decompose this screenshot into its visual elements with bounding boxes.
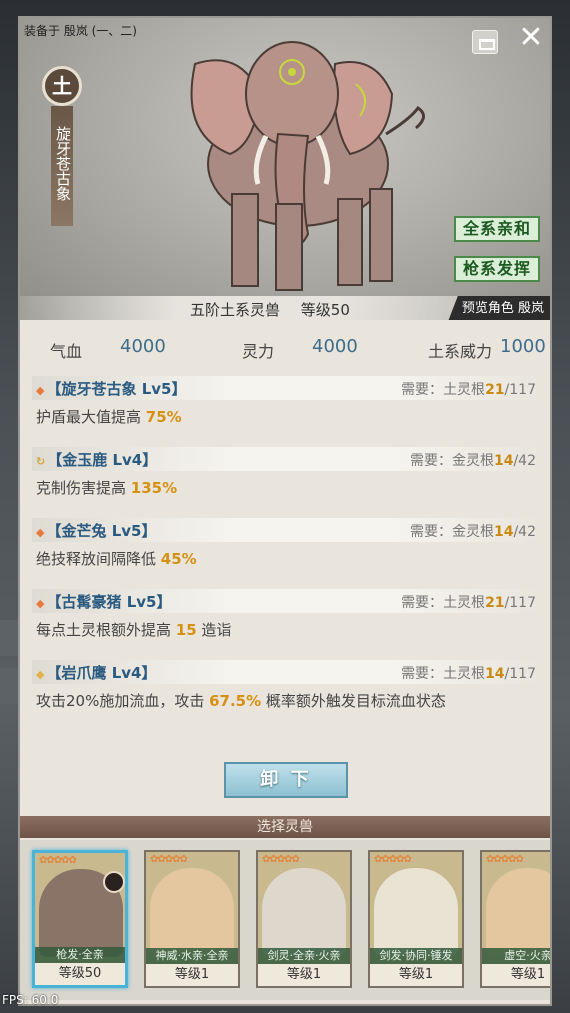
beast-name-tag: 土 旋牙苍古象 [42, 66, 82, 236]
skill-description: 绝技释放间隔降低 45% [36, 550, 197, 568]
skill-title-text: 【古髯豪猪 Lv5】 [46, 593, 172, 611]
beast-card-level: 等级1 [370, 964, 462, 986]
affinity-badge-button[interactable]: 全系亲和 [454, 216, 540, 242]
beast-card-type: 神威·水亲·全亲 [146, 948, 238, 964]
stat-label-hp: 气血 [50, 342, 83, 361]
beast-card[interactable]: ✿✿✿✿✿ 虚空·火亲 等级1 [480, 850, 550, 988]
skill-requirement: 需要：金灵根14/42 [409, 453, 536, 469]
skill-entry: ◆ 【旋牙苍古象 Lv5】 需要：土灵根21/117 护盾最大值提高 75% [32, 376, 540, 427]
skill-entry: ↻ 【金玉鹿 Lv4】 需要：金灵根14/42 克制伤害提高 135% [32, 447, 540, 498]
skill-title-text: 【岩爪鹰 Lv4】 [46, 664, 157, 682]
beast-card-level: 等级50 [35, 963, 125, 985]
skill-entry: ◆ 【古髯豪猪 Lv5】 需要：土灵根21/117 每点土灵根额外提高 15 造诣 [32, 589, 540, 640]
stat-value-earth-power: 1000 [500, 336, 546, 357]
skill-title: ◆ 【旋牙苍古象 Lv5】 [36, 378, 186, 399]
beast-portrait [374, 868, 458, 956]
skill-description: 克制伤害提高 135% [36, 479, 178, 497]
level-text: 等级50 [300, 301, 350, 319]
beast-portrait [150, 868, 234, 956]
character-avatar [103, 871, 125, 893]
preview-label: 预览角色 [461, 301, 514, 316]
unload-button[interactable]: 卸 下 [224, 762, 348, 798]
beast-card-type: 枪发·全亲 [35, 947, 125, 963]
gun-badge-button[interactable]: 枪系发挥 [454, 256, 540, 282]
skill-requirement: 需要：土灵根21/117 [401, 382, 536, 398]
beast-hero: 装备于 殷岚 (一、二) 土 旋牙苍古象 ✕ 全系亲和 枪系发挥 五阶土系灵兽 … [20, 18, 550, 320]
beast-card-list[interactable]: ✿✿✿✿✿ 枪发·全亲 等级50 ✿✿✿✿✿ 神威·水亲·全亲 等级1 ✿✿✿✿… [20, 840, 550, 1000]
skill-marker-icon: ◆ [36, 526, 45, 539]
select-beast-title: 选择灵兽 [20, 816, 550, 838]
preview-character[interactable]: 预览角色 殷岚 [447, 296, 550, 320]
skill-title: ◆ 【岩爪鹰 Lv4】 [36, 662, 156, 683]
beast-rank: 五阶土系灵兽 等级50 [190, 299, 350, 320]
beast-card[interactable]: ✿✿✿✿✿ 神威·水亲·全亲 等级1 [144, 850, 240, 988]
rank-text: 五阶土系灵兽 [190, 301, 281, 319]
beast-card-type: 剑发·协同·锤发 [370, 948, 462, 964]
skill-header: ◆ 【岩爪鹰 Lv4】 需要：土灵根14/117 [32, 660, 540, 684]
beast-card-level: 等级1 [258, 964, 350, 986]
stat-value-hp: 4000 [120, 336, 166, 357]
beast-detail-panel: 装备于 殷岚 (一、二) 土 旋牙苍古象 ✕ 全系亲和 枪系发挥 五阶土系灵兽 … [18, 16, 552, 1006]
stat-value-spirit: 4000 [312, 336, 358, 357]
skill-title: ◆ 【金芒兔 Lv5】 [36, 520, 156, 541]
element-badge: 土 [42, 66, 82, 106]
beast-portrait [486, 868, 550, 956]
beast-name-vertical: 旋牙苍古象 [51, 106, 73, 226]
skill-requirement: 需要：土灵根21/117 [401, 595, 536, 611]
skill-title-text: 【旋牙苍古象 Lv5】 [46, 380, 187, 398]
skill-header: ◆ 【金芒兔 Lv5】 需要：金灵根14/42 [32, 518, 540, 542]
skill-marker-icon: ◆ [36, 668, 45, 681]
star-rating: ✿✿✿✿✿ [150, 854, 188, 865]
star-rating: ✿✿✿✿✿ [39, 855, 77, 866]
skill-description: 每点土灵根额外提高 15 造诣 [36, 621, 232, 639]
beast-card-type: 虚空·火亲 [482, 948, 550, 964]
close-button[interactable]: ✕ [516, 23, 546, 54]
skill-header: ◆ 【旋牙苍古象 Lv5】 需要：土灵根21/117 [32, 376, 540, 400]
skill-marker-icon: ◆ [36, 384, 45, 397]
skill-entry: ◆ 【岩爪鹰 Lv4】 需要：土灵根14/117 攻击20%施加流血，攻击 67.… [32, 660, 540, 711]
skill-title: ◆ 【古髯豪猪 Lv5】 [36, 591, 171, 612]
equipped-label: 装备于 殷岚 (一、二) [24, 24, 137, 38]
skill-entry: ◆ 【金芒兔 Lv5】 需要：金灵根14/42 绝技释放间隔降低 45% [32, 518, 540, 569]
skill-description: 护盾最大值提高 75% [36, 408, 182, 426]
elephant-illustration [190, 41, 425, 291]
skill-header: ◆ 【古髯豪猪 Lv5】 需要：土灵根21/117 [32, 589, 540, 613]
beast-card[interactable]: ✿✿✿✿✿ 剑灵·全亲·火亲 等级1 [256, 850, 352, 988]
cycle-icon: ↻ [36, 455, 46, 468]
skill-marker-icon: ◆ [36, 597, 45, 610]
skill-description: 攻击20%施加流血，攻击 67.5% 概率额外触发目标流血状态 [36, 692, 446, 710]
beast-card[interactable]: ✿✿✿✿✿ 剑发·协同·锤发 等级1 [368, 850, 464, 988]
beast-card-type: 剑灵·全亲·火亲 [258, 948, 350, 964]
skill-title-text: 【金芒兔 Lv5】 [46, 522, 157, 540]
skill-title: ↻ 【金玉鹿 Lv4】 [36, 449, 157, 470]
stat-label-spirit: 灵力 [242, 342, 275, 361]
stat-label-earth-power: 土系威力 [428, 342, 493, 361]
beast-card[interactable]: ✿✿✿✿✿ 枪发·全亲 等级50 [32, 850, 128, 988]
star-rating: ✿✿✿✿✿ [262, 854, 300, 865]
beast-card-level: 等级1 [482, 964, 550, 986]
fps-counter: FPS: 60.0 [2, 993, 59, 1007]
skill-header: ↻ 【金玉鹿 Lv4】 需要：金灵根14/42 [32, 447, 540, 471]
skill-requirement: 需要：土灵根14/117 [401, 666, 536, 682]
star-rating: ✿✿✿✿✿ [374, 854, 412, 865]
skill-requirement: 需要：金灵根14/42 [409, 524, 536, 540]
beast-card-level: 等级1 [146, 964, 238, 986]
skill-title-text: 【金玉鹿 Lv4】 [47, 451, 158, 469]
star-rating: ✿✿✿✿✿ [486, 854, 524, 865]
beast-portrait [262, 868, 346, 956]
collection-icon[interactable] [472, 30, 498, 54]
preview-character-name: 殷岚 [517, 301, 544, 316]
stats-row: 气血 4000 灵力 4000 土系威力 1000 [20, 332, 550, 361]
